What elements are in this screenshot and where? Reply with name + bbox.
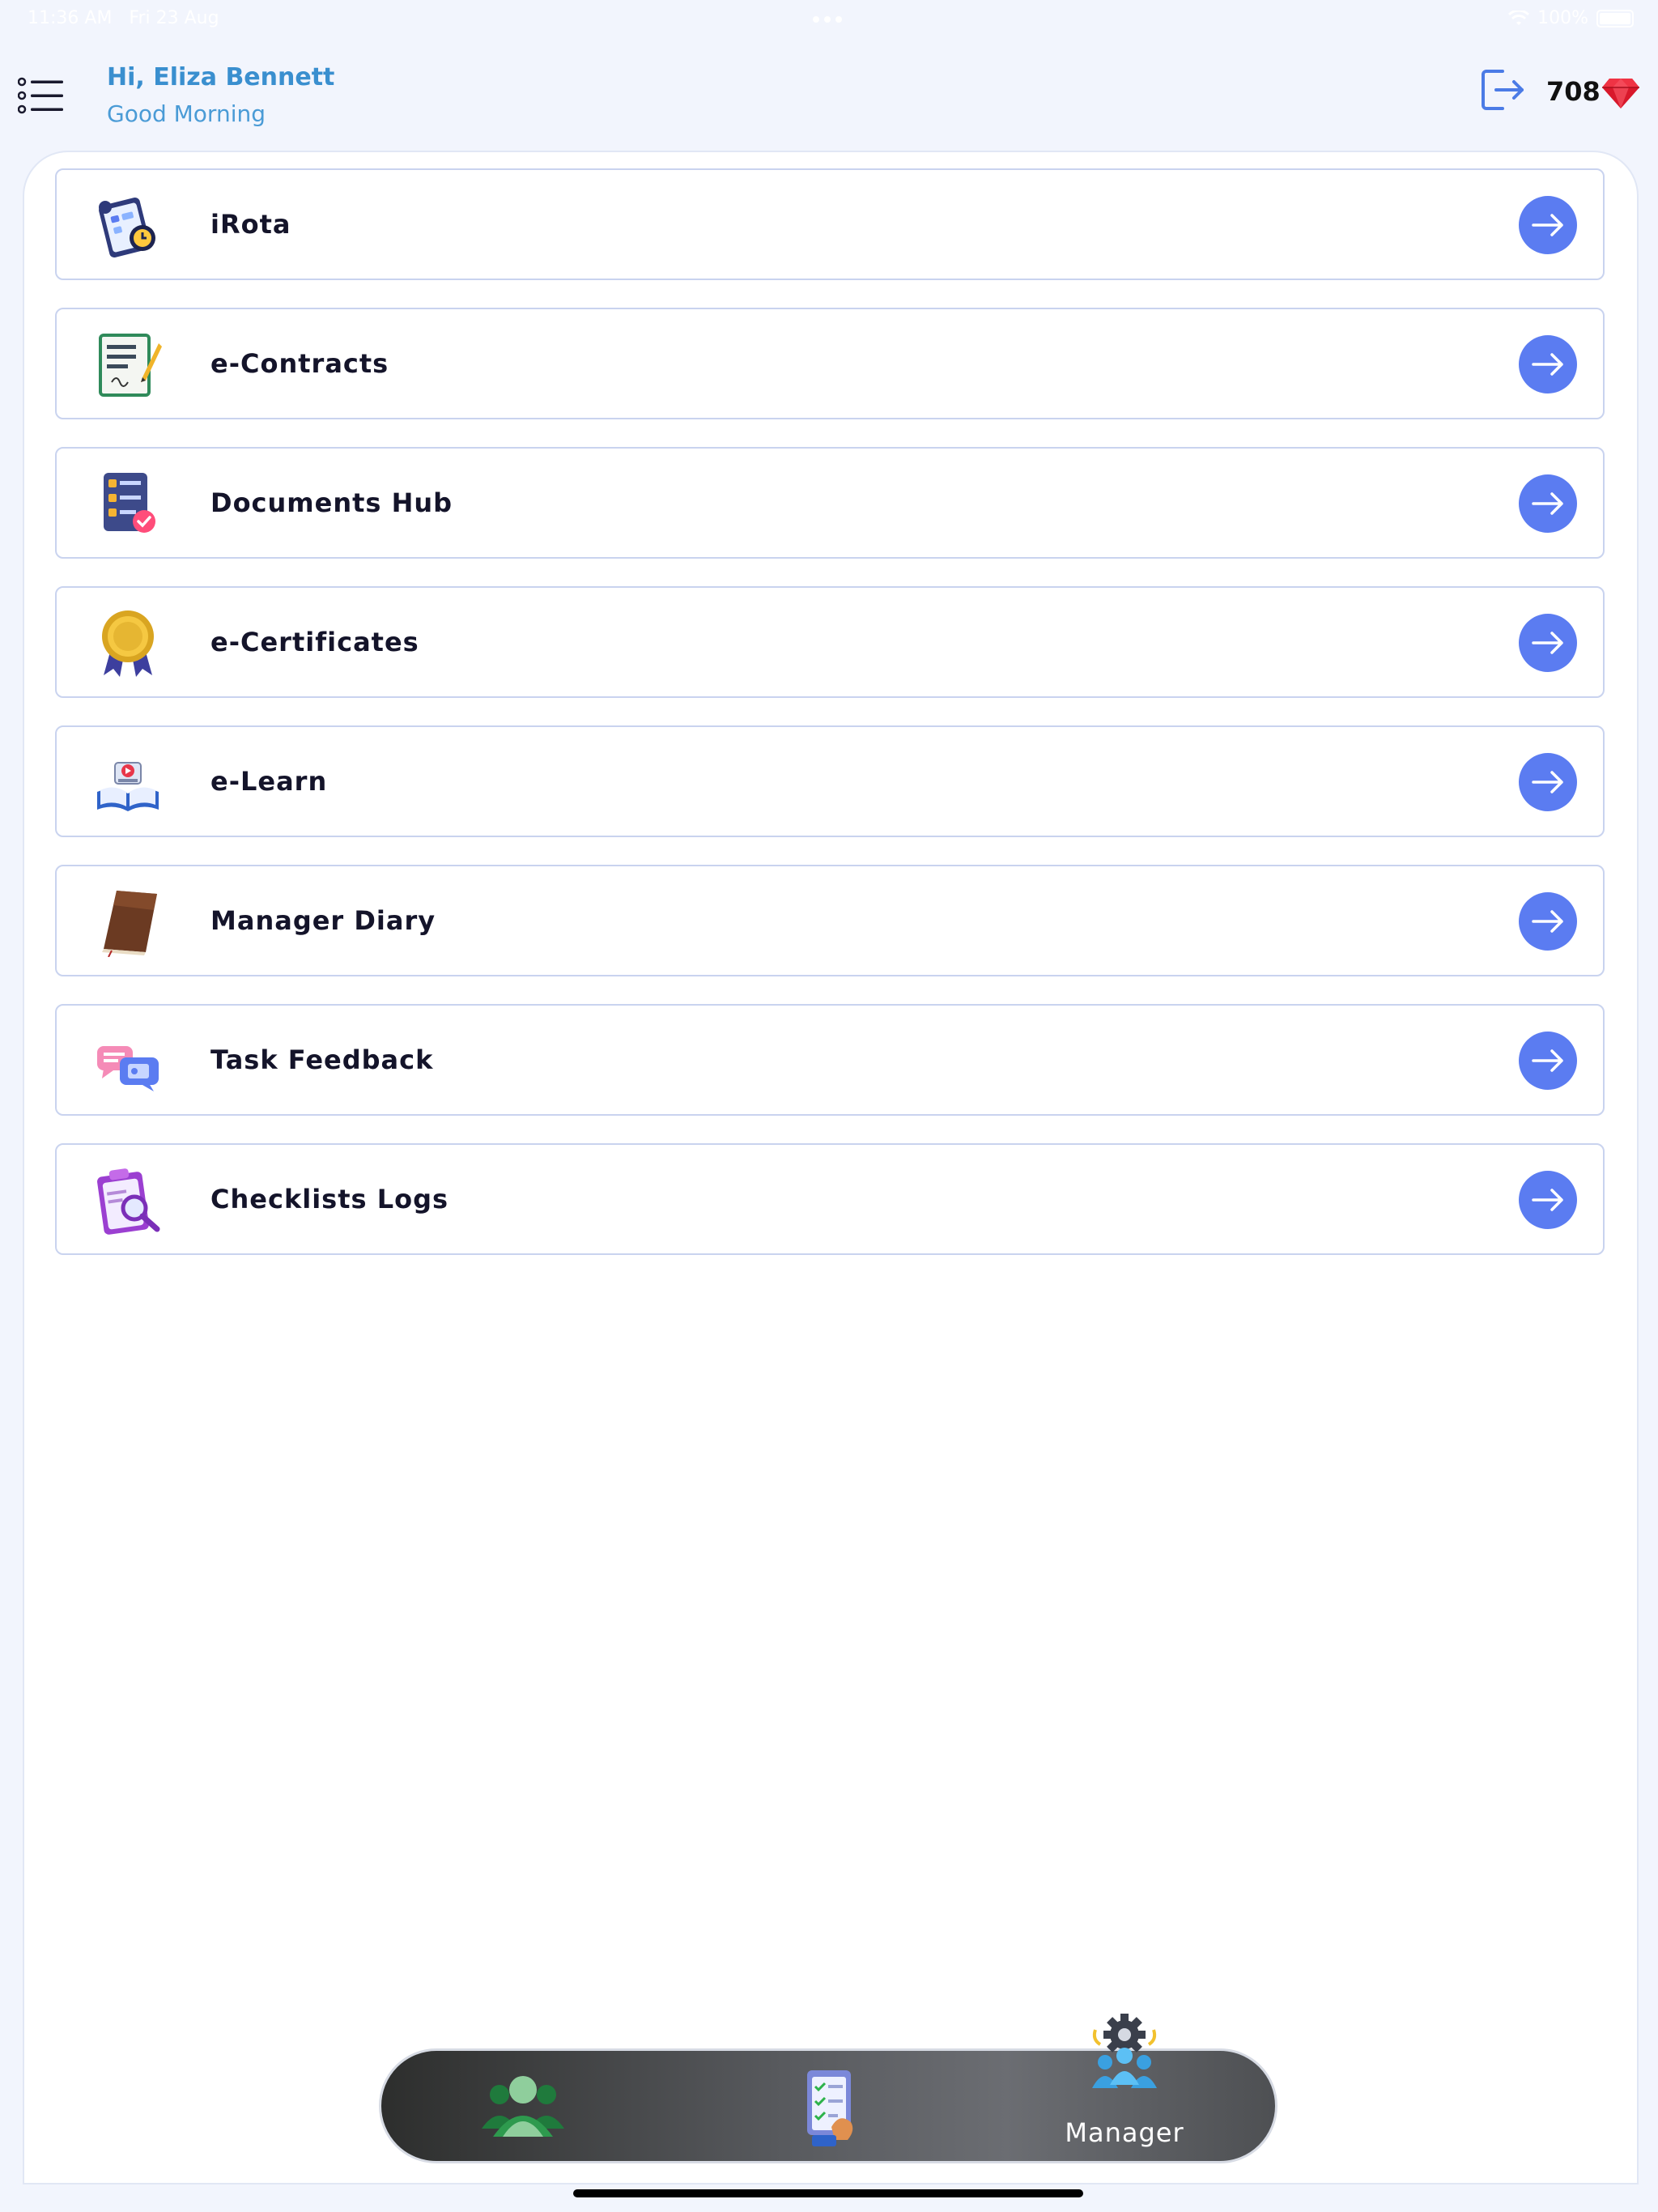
arrow-right-icon[interactable] [1519,892,1577,951]
arrow-right-icon[interactable] [1519,1032,1577,1090]
arrow-right-icon[interactable] [1519,1171,1577,1229]
menu-item-label: Task Feedback [210,1044,434,1075]
battery-percent: 100% [1537,8,1588,28]
bottom-tab-bar: Manager [379,2014,1278,2163]
menu-item-e-contracts[interactable]: e-Contracts [55,308,1605,419]
award-ribbon-icon [102,610,154,677]
status-date: Fri 23 Aug [129,8,219,28]
battery-icon [1596,9,1634,28]
arrow-right-icon[interactable] [1519,196,1577,254]
multitasking-dots[interactable] [813,16,842,23]
rota-clipboard-icon [99,197,155,258]
ruby-gem-icon [1602,79,1639,108]
menu-item-label: Checklists Logs [210,1184,449,1214]
menu-item-label: Documents Hub [210,487,453,518]
arrow-right-icon[interactable] [1519,753,1577,811]
tab-manager-label: Manager [1065,2117,1184,2148]
list-icon[interactable] [18,75,65,116]
status-time-date: 11:36 AM Fri 23 Aug [28,8,219,28]
menu-item-task-feedback[interactable]: Task Feedback [55,1004,1605,1116]
home-indicator[interactable] [573,2189,1083,2197]
logout-icon[interactable] [1478,65,1528,115]
users-group-icon [482,2076,564,2137]
points-count: 708 [1546,76,1601,107]
menu-item-label: e-Contracts [210,348,389,379]
wifi-icon [1508,10,1530,25]
tab-team[interactable] [478,2070,568,2143]
menu-item-e-certificates[interactable]: e-Certificates [55,586,1605,698]
menu-item-manager-diary[interactable]: Manager Diary [55,865,1605,976]
menu-item-label: iRota [210,209,291,240]
diary-book-icon [102,891,157,957]
menu-item-e-learn[interactable]: e-Learn [55,725,1605,837]
greeting-subtitle: Good Morning [107,100,266,127]
checklist-hand-icon [807,2070,853,2146]
greeting-name: Hi, Eliza Bennett [107,63,335,91]
menu-item-documents-hub[interactable]: Documents Hub [55,447,1605,559]
arrow-right-icon[interactable] [1519,335,1577,393]
manager-gear-team-icon [1092,2014,1157,2088]
status-time: 11:36 AM [28,8,113,28]
menu-item-label: e-Learn [210,766,328,797]
content-panel: iRota e-Contracts Documents Hub e-Certif… [23,151,1639,2184]
arrow-right-icon[interactable] [1519,614,1577,672]
contract-document-icon [99,334,162,397]
menu-item-irota[interactable]: iRota [55,168,1605,280]
status-indicators: 100% [1508,8,1634,28]
open-book-video-icon [97,762,159,811]
tab-manager[interactable]: Manager [1060,2012,1189,2166]
menu-item-label: e-Certificates [210,627,419,657]
menu-item-checklists-logs[interactable]: Checklists Logs [55,1143,1605,1255]
documents-checklist-icon [104,473,155,533]
menu-item-label: Manager Diary [210,905,436,936]
arrow-right-icon[interactable] [1519,474,1577,533]
feedback-chat-icon [97,1046,159,1091]
status-bar: 11:36 AM Fri 23 Aug 100% [0,0,1658,39]
tab-checklist[interactable] [802,2067,859,2148]
header [0,39,1658,152]
clipboard-magnifier-icon [97,1168,160,1235]
